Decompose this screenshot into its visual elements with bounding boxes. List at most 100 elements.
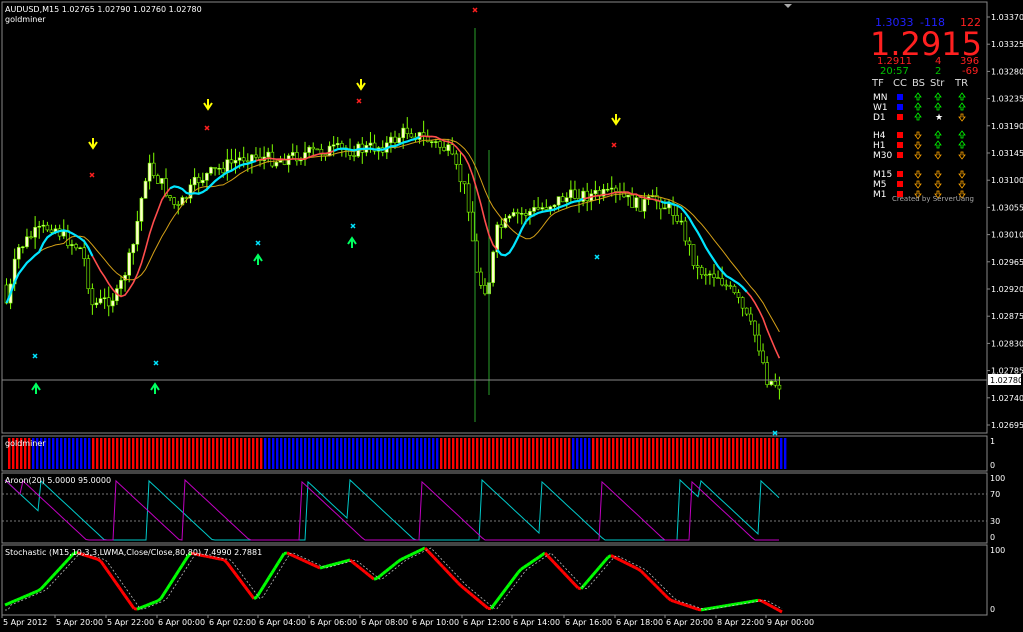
stochastic-main-segment bbox=[373, 576, 378, 581]
stochastic-main-segment bbox=[670, 598, 675, 603]
stochastic-main-segment bbox=[340, 560, 345, 564]
candle-body bbox=[368, 142, 373, 146]
stochastic-main-segment bbox=[663, 593, 670, 600]
stoch-tick-100: 100 bbox=[990, 546, 1005, 555]
stochastic-main-segment bbox=[22, 594, 27, 599]
goldminer-bar bbox=[588, 438, 591, 469]
stochastic-main-segment bbox=[337, 560, 342, 565]
goldminer-bar bbox=[268, 438, 271, 469]
goldminer-bar bbox=[64, 438, 67, 469]
candle-body bbox=[290, 152, 295, 156]
goldminer-bar bbox=[700, 438, 703, 469]
goldminer-bar bbox=[712, 438, 715, 469]
stochastic-main-segment bbox=[316, 565, 321, 570]
stochastic-main-segment bbox=[325, 564, 330, 568]
stochastic-main-segment bbox=[391, 562, 396, 568]
candle-body bbox=[98, 298, 103, 304]
stochastic-main-segment bbox=[301, 558, 306, 563]
goldminer-bar bbox=[684, 438, 687, 469]
tf-label: MN bbox=[873, 93, 888, 103]
stochastic-main-segment bbox=[676, 600, 681, 605]
goldminer-bar bbox=[676, 438, 679, 469]
stochastic-main-segment bbox=[673, 599, 678, 604]
time-tick-label: 6 Apr 12:00 bbox=[463, 618, 510, 627]
candle-body bbox=[266, 151, 271, 158]
goldminer-bar bbox=[664, 438, 667, 469]
goldminer-bar bbox=[116, 438, 119, 469]
goldminer-bar bbox=[80, 438, 83, 469]
goldminer-bar bbox=[296, 438, 299, 469]
goldminer-bar bbox=[312, 438, 315, 469]
stochastic-main-segment bbox=[148, 601, 153, 606]
candle-body bbox=[213, 167, 217, 169]
candle-body bbox=[544, 207, 549, 210]
candle-body bbox=[552, 204, 557, 207]
stochastic-main-segment bbox=[657, 587, 664, 594]
aroon-panel[interactable] bbox=[1, 472, 988, 544]
stochastic-main-segment bbox=[319, 565, 324, 570]
goldminer-bar bbox=[104, 438, 107, 469]
stochastic-main-segment bbox=[631, 564, 636, 569]
tf-cc-square bbox=[897, 94, 903, 100]
candle-body bbox=[139, 198, 144, 222]
candle-body bbox=[532, 207, 536, 212]
candle-body bbox=[605, 188, 610, 191]
goldminer-bar bbox=[368, 438, 371, 469]
price-tick-label: 1.02695 bbox=[991, 421, 1023, 430]
goldminer-bar bbox=[288, 438, 291, 469]
stochastic-main-segment bbox=[412, 550, 417, 556]
goldminer-bar bbox=[716, 438, 719, 469]
candle-body bbox=[454, 153, 459, 165]
time-tick-label: 6 Apr 18:00 bbox=[616, 618, 663, 627]
candle-body bbox=[564, 197, 569, 203]
chart-header: AUDUSD,M15 1.02765 1.02790 1.02760 1.027… bbox=[5, 5, 202, 14]
goldminer-bar bbox=[260, 438, 263, 469]
stochastic-main-segment bbox=[397, 558, 402, 563]
stochastic-main-segment bbox=[679, 601, 684, 606]
candle-body bbox=[389, 136, 393, 144]
candle-body bbox=[732, 285, 737, 293]
stochastic-main-segment bbox=[37, 587, 42, 593]
goldminer-bar bbox=[196, 438, 199, 469]
stochastic-main-segment bbox=[157, 597, 162, 602]
goldminer-bar bbox=[564, 438, 567, 469]
goldminer-bar bbox=[400, 438, 403, 469]
main-panel[interactable] bbox=[1, 1, 988, 434]
candle-body bbox=[327, 145, 332, 157]
stochastic-main-segment bbox=[222, 558, 229, 564]
stoch-tick-0: 0 bbox=[990, 605, 995, 614]
goldminer-bar bbox=[348, 438, 351, 469]
stochastic-main-segment bbox=[220, 557, 225, 562]
stochastic-main-segment bbox=[415, 549, 420, 554]
candle-body bbox=[470, 211, 475, 242]
goldminer-bar bbox=[476, 438, 479, 469]
candle-body bbox=[352, 155, 356, 157]
time-axis: 5 Apr 2012 5 Apr 20:00 5 Apr 22:00 6 Apr 00… bbox=[1, 615, 814, 627]
goldminer-bar bbox=[748, 438, 751, 469]
candle-body bbox=[102, 297, 107, 300]
candle-body bbox=[528, 211, 532, 216]
price-tick-label: 1.03235 bbox=[991, 95, 1023, 104]
candle-body bbox=[33, 227, 37, 238]
stochastic-main-segment bbox=[136, 606, 141, 611]
stochastic-main-segment bbox=[700, 607, 705, 612]
stochastic-main-segment bbox=[151, 600, 156, 605]
goldminer-bar bbox=[152, 438, 155, 469]
goldminer-bar bbox=[652, 438, 655, 469]
stochastic-main-segment bbox=[685, 603, 690, 608]
candle-body bbox=[507, 215, 512, 219]
goldminer-bar bbox=[56, 438, 59, 469]
goldminer-bar bbox=[460, 438, 463, 469]
tf-cc-square bbox=[897, 152, 903, 158]
price-tick-label: 1.03010 bbox=[991, 231, 1023, 240]
goldminer-bar bbox=[408, 438, 411, 469]
time-tick-label: 6 Apr 02:00 bbox=[209, 618, 256, 627]
candle-body bbox=[131, 243, 136, 254]
tf-label: H4 bbox=[873, 131, 886, 141]
tf-label: M15 bbox=[873, 170, 892, 180]
stochastic-panel-label: Stochastic (M15,10,3,3,LWMA,Close/Close,… bbox=[5, 548, 262, 557]
candle-body bbox=[172, 197, 176, 205]
goldminer-tick-1: 1 bbox=[990, 437, 995, 446]
stochastic-main-segment bbox=[370, 575, 375, 581]
stochastic-main-segment bbox=[706, 606, 711, 611]
